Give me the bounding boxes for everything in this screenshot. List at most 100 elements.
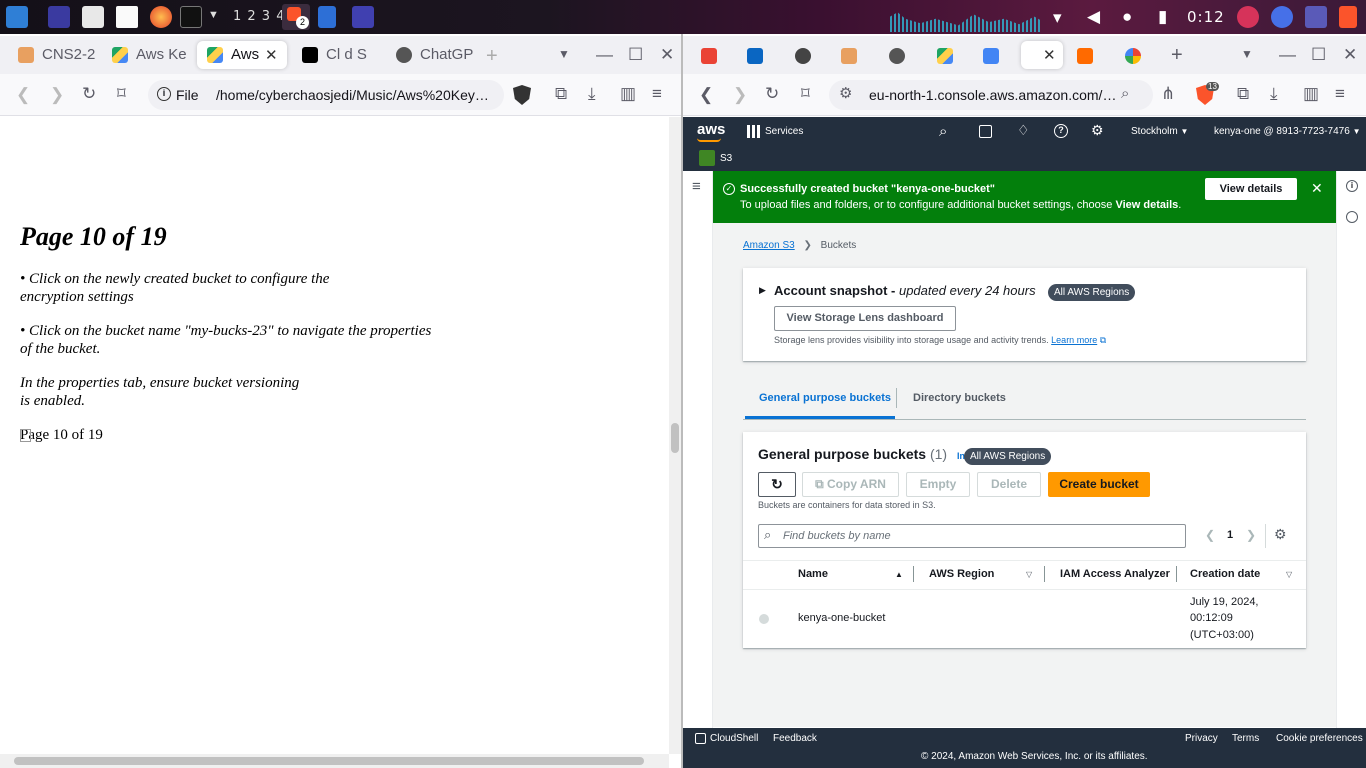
battery-icon[interactable]: ▮ <box>1158 8 1167 25</box>
document-window-icon[interactable] <box>318 6 336 28</box>
info-panel-icon[interactable]: i <box>1346 180 1358 192</box>
site-settings-icon[interactable]: ⚙ <box>839 86 852 101</box>
feedback-panel-icon[interactable] <box>1346 211 1358 223</box>
column-header-region[interactable]: AWS Region <box>929 568 994 580</box>
aws-logo[interactable]: aws <box>697 121 725 138</box>
active-tab[interactable]: ✕ <box>1021 41 1063 69</box>
sort-ascending-icon[interactable]: ▲ <box>895 570 903 579</box>
close-window-icon[interactable]: ✕ <box>660 46 674 63</box>
share-icon[interactable]: ⋔ <box>1161 85 1175 102</box>
services-grid-icon[interactable] <box>747 125 760 138</box>
delete-button[interactable]: Delete <box>977 472 1041 497</box>
back-icon[interactable]: ❮ <box>699 86 713 103</box>
cloudshell-icon[interactable] <box>979 125 992 138</box>
column-separator[interactable] <box>1044 566 1045 582</box>
search-box[interactable]: ⌕ Find buckets by name <box>758 524 1186 548</box>
cookie-preferences-link[interactable]: Cookie preferences <box>1276 733 1363 744</box>
sort-icon[interactable]: ▽ <box>1286 570 1292 579</box>
cloudshell-footer-icon[interactable] <box>695 733 706 744</box>
region-selector[interactable]: Stockholm ▼ <box>1131 126 1188 137</box>
update-icon[interactable] <box>1271 6 1293 28</box>
s3-service-icon[interactable] <box>699 150 715 166</box>
volume-icon[interactable]: ◀ <box>1087 8 1100 25</box>
snapshot-heading[interactable]: Account snapshot - updated every 24 hour… <box>774 283 1036 298</box>
hamburger-menu-icon[interactable]: ≡ <box>692 179 701 194</box>
search-input[interactable]: Find buckets by name <box>783 530 891 542</box>
workspace-icon[interactable] <box>48 6 70 28</box>
tab-aws-active[interactable]: Aws ✕ <box>197 41 287 69</box>
view-details-button[interactable]: View details <box>1205 178 1297 200</box>
notification-bell-icon[interactable]: ● <box>1122 8 1132 25</box>
app-menu-icon[interactable] <box>6 6 28 28</box>
sort-icon[interactable]: ▽ <box>1026 570 1032 579</box>
tab-aws-key[interactable]: Aws Ke <box>102 41 192 69</box>
info-icon[interactable]: i <box>157 87 171 101</box>
extensions-icon[interactable]: ⧉ <box>555 85 567 102</box>
table-row[interactable]: kenya-one-bucket July 19, 2024, 00:12:09… <box>743 590 1306 648</box>
linkedin-tab-icon[interactable] <box>747 48 763 64</box>
column-separator[interactable] <box>913 566 914 582</box>
bucket-name[interactable]: kenya-one-bucket <box>798 612 885 624</box>
tab-chatgpt[interactable]: ChatGP <box>386 41 476 69</box>
aws-tab-icon[interactable] <box>1077 48 1093 64</box>
new-tab-icon[interactable]: + <box>486 46 498 66</box>
tab-icon[interactable] <box>841 48 857 64</box>
next-page-icon[interactable]: ❯ <box>1246 529 1256 541</box>
google-tab-icon[interactable] <box>1125 48 1141 64</box>
close-tab-icon[interactable]: ✕ <box>265 46 278 64</box>
bookmark-icon[interactable]: ⌑ <box>117 85 126 102</box>
dismiss-icon[interactable]: ✕ <box>1311 181 1323 195</box>
sidebar-icon[interactable]: ▥ <box>1303 85 1319 102</box>
brave-window-icon[interactable]: 2 <box>282 4 310 30</box>
create-bucket-button[interactable]: Create bucket <box>1048 472 1150 497</box>
column-header-creation-date[interactable]: Creation date <box>1190 568 1260 580</box>
url-text[interactable]: eu-north-1.console.aws.amazon.com/… <box>869 87 1116 103</box>
vertical-scrollbar[interactable] <box>669 117 681 754</box>
empty-button[interactable]: Empty <box>906 472 970 497</box>
sidebar-icon[interactable]: ▥ <box>620 85 636 102</box>
column-header-name[interactable]: Name <box>798 568 828 580</box>
tab-cloud[interactable]: Cl d S <box>292 41 382 69</box>
left-url-bar[interactable]: i File /home/cyberchaosjedi/Music/Aws%20… <box>148 80 504 110</box>
close-tab-icon[interactable]: ✕ <box>1043 46 1056 64</box>
previous-page-icon[interactable]: ❮ <box>1205 529 1215 541</box>
help-icon[interactable]: ? <box>1054 124 1068 138</box>
clock[interactable]: 0:12 <box>1187 8 1225 26</box>
display-window-icon[interactable] <box>352 6 374 28</box>
back-icon[interactable]: ❮ <box>16 86 30 103</box>
tab-list-chevron-icon[interactable]: ▼ <box>558 48 570 60</box>
url-text[interactable]: /home/cyberchaosjedi/Music/Aws%20Key… <box>216 87 489 103</box>
reload-icon[interactable]: ↻ <box>82 85 96 102</box>
account-menu[interactable]: kenya-one @ 8913-7723-7476 ▼ <box>1214 126 1361 137</box>
table-settings-gear-icon[interactable]: ⚙ <box>1274 527 1287 541</box>
menu-icon[interactable]: ≡ <box>652 85 662 102</box>
downloads-icon[interactable]: ⤓ <box>588 85 596 102</box>
expand-caret-icon[interactable]: ▶ <box>759 285 766 296</box>
file-manager-icon[interactable] <box>82 6 104 28</box>
horizontal-scrollbar[interactable] <box>0 754 669 768</box>
workspace-switcher[interactable]: 1 2 3 4 <box>233 9 285 24</box>
notifications-icon[interactable]: ♢ <box>1017 123 1030 137</box>
tab-directory[interactable]: Directory buckets <box>913 392 1006 404</box>
minimize-icon[interactable]: — <box>1279 46 1296 63</box>
tab-list-chevron-icon[interactable]: ▼ <box>1241 48 1253 60</box>
bookmark-icon[interactable]: ⌑ <box>801 85 810 102</box>
reload-icon[interactable]: ↻ <box>765 85 779 102</box>
globe-tab-icon[interactable] <box>889 48 905 64</box>
downloads-icon[interactable]: ⤓ <box>1270 85 1278 102</box>
brave-shields-icon[interactable] <box>513 85 531 105</box>
terminal-icon[interactable] <box>180 6 202 28</box>
close-window-icon[interactable]: ✕ <box>1343 46 1357 63</box>
maximize-icon[interactable]: ☐ <box>628 46 643 63</box>
terms-link[interactable]: Terms <box>1232 733 1259 744</box>
minimize-icon[interactable]: — <box>596 46 613 63</box>
feedback-link[interactable]: Feedback <box>773 733 817 744</box>
screen-icon[interactable] <box>1305 6 1327 28</box>
wifi-icon[interactable]: ▾ <box>1053 9 1062 26</box>
chevron-down-icon[interactable]: ▼ <box>208 10 219 21</box>
scroll-thumb[interactable] <box>14 757 644 765</box>
tab-general-purpose[interactable]: General purpose buckets <box>759 392 891 404</box>
privacy-link[interactable]: Privacy <box>1185 733 1218 744</box>
text-editor-icon[interactable] <box>116 6 138 28</box>
scroll-thumb[interactable] <box>671 423 679 453</box>
